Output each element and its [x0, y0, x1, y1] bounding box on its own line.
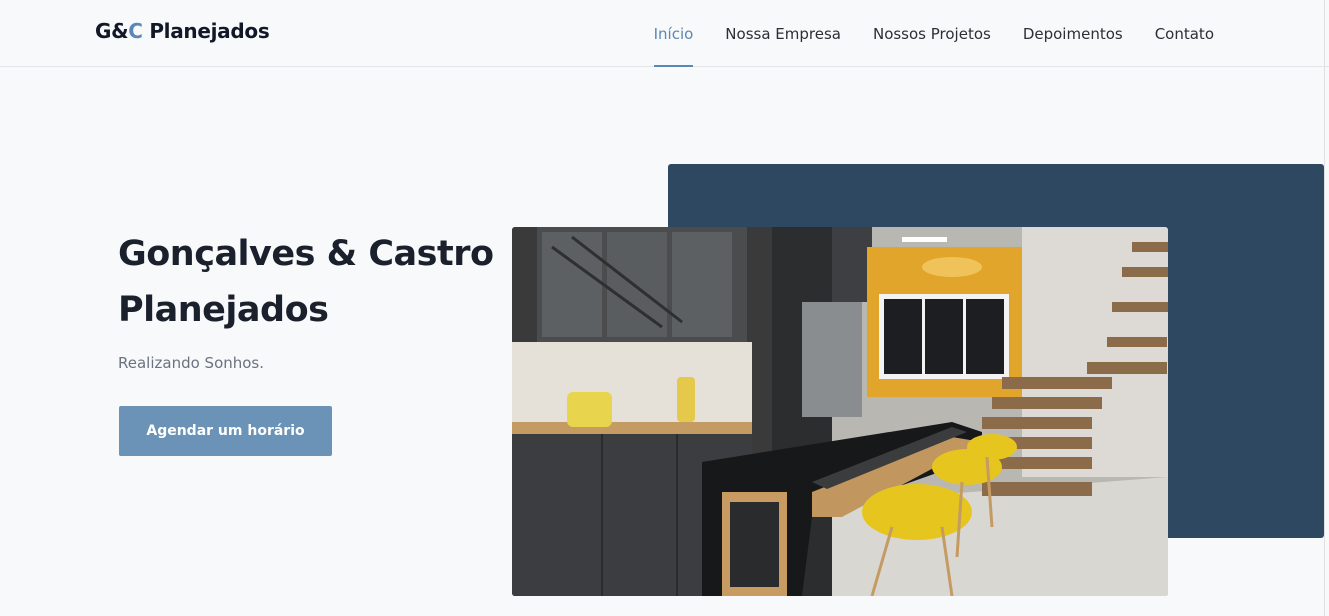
nav-link-nossos-projetos[interactable]: Nossos Projetos — [873, 0, 991, 67]
nav-link-contato[interactable]: Contato — [1155, 0, 1214, 67]
brand-text-part2: Planejados — [142, 19, 270, 43]
hero-title: Gonçalves & Castro Planejados — [118, 234, 494, 330]
brand-text-part1: G& — [95, 19, 129, 43]
hero-subtitle: Realizando Sonhos. — [118, 354, 265, 372]
navbar: G&C Planejados Início Nossa Empresa Noss… — [0, 0, 1329, 67]
nav-link-depoimentos[interactable]: Depoimentos — [1023, 0, 1123, 67]
page-scrollbar[interactable] — [1324, 0, 1325, 616]
brand-logo[interactable]: G&C Planejados — [95, 19, 270, 43]
main-nav: Início Nossa Empresa Nossos Projetos Dep… — [622, 0, 1214, 67]
schedule-button[interactable]: Agendar um horário — [119, 406, 332, 456]
kitchen-photo — [512, 227, 1168, 596]
nav-link-nossa-empresa[interactable]: Nossa Empresa — [725, 0, 841, 67]
nav-link-inicio[interactable]: Início — [653, 0, 693, 67]
brand-text-accent: C — [128, 19, 143, 43]
